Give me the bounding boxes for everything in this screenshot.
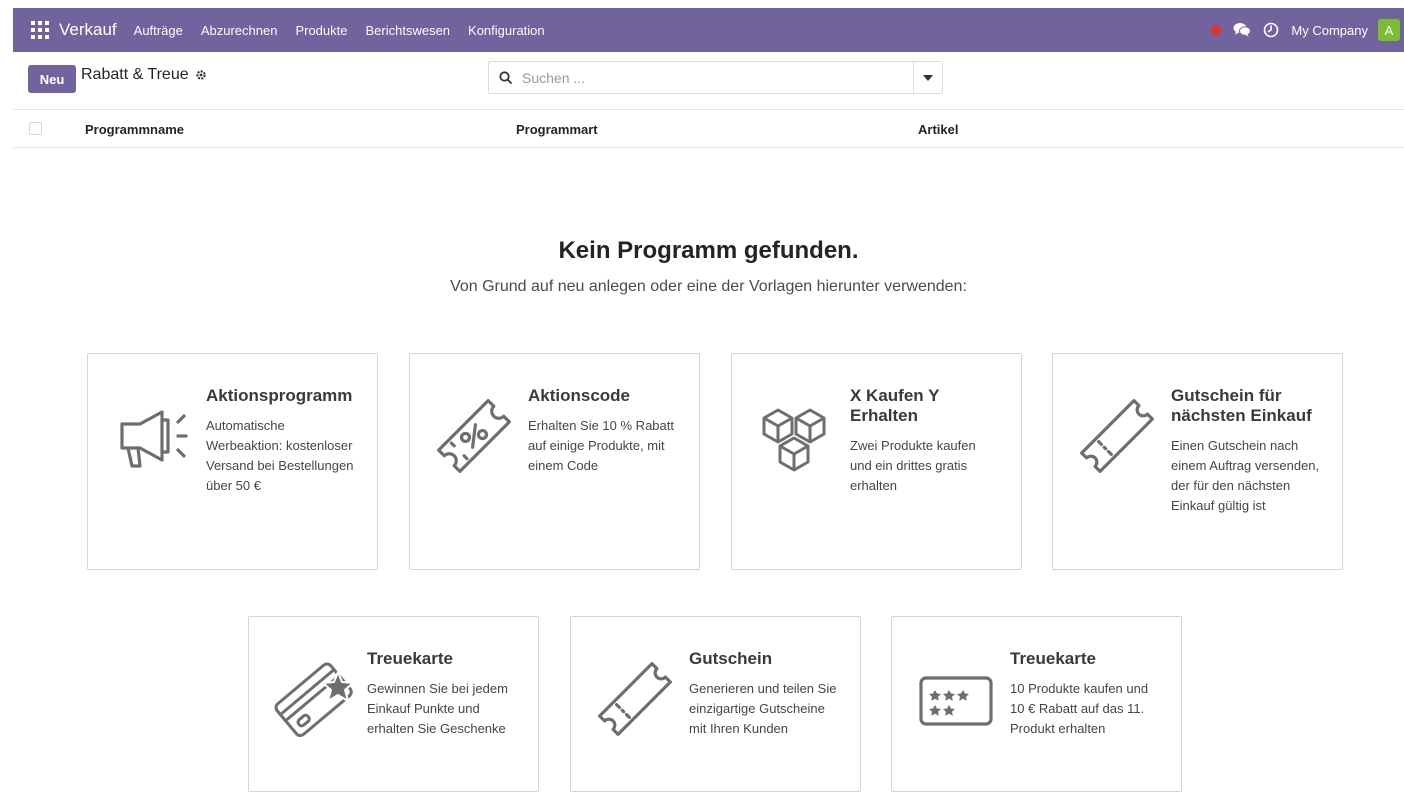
chat-icon[interactable] bbox=[1233, 22, 1252, 38]
template-title: Gutschein bbox=[689, 649, 773, 668]
new-button[interactable]: Neu bbox=[28, 65, 76, 93]
search-icon bbox=[499, 71, 512, 84]
template-description: Generieren und teilen Sie einzigartige G… bbox=[689, 681, 837, 736]
apps-menu-icon[interactable] bbox=[31, 21, 49, 39]
percent-ticket-icon bbox=[424, 386, 524, 486]
page-title: Rabatt & Treue bbox=[81, 66, 189, 83]
template-card-aktionscode[interactable]: Aktionscode Erhalten Sie 10 % Rabatt auf… bbox=[409, 353, 700, 570]
template-description: Automatische Werbeaktion: kostenloser Ve… bbox=[206, 418, 354, 493]
ticket-icon bbox=[1067, 386, 1167, 486]
template-card-treuekarte-punkte[interactable]: Treuekarte Gewinnen Sie bei jedem Einkau… bbox=[248, 616, 539, 792]
template-title: Gutschein für nächsten Einkauf bbox=[1171, 386, 1312, 425]
boxes-icon bbox=[746, 386, 846, 486]
template-description: Erhalten Sie 10 % Rabatt auf einige Prod… bbox=[528, 418, 674, 473]
ticket-icon bbox=[585, 649, 685, 749]
top-navbar: Verkauf Aufträge Abzurechnen Produkte Be… bbox=[13, 8, 1404, 52]
column-programmname[interactable]: Programmname bbox=[85, 122, 184, 137]
template-description: Zwei Produkte kaufen und ein drittes gra… bbox=[850, 438, 976, 493]
list-header: Programmname Programmart Artikel bbox=[13, 110, 1404, 148]
template-card-gutschein[interactable]: Gutschein Generieren und teilen Sie einz… bbox=[570, 616, 861, 792]
stamp-card-icon bbox=[906, 649, 1006, 749]
column-artikel[interactable]: Artikel bbox=[918, 122, 958, 137]
gear-icon[interactable] bbox=[195, 69, 207, 81]
template-description: Gewinnen Sie bei jedem Einkauf Punkte un… bbox=[367, 681, 508, 736]
select-all-checkbox[interactable] bbox=[29, 122, 42, 135]
template-card-aktionsprogramm[interactable]: Aktionsprogramm Automatische Werbeaktion… bbox=[87, 353, 378, 570]
recording-indicator[interactable] bbox=[1211, 25, 1222, 35]
menu-item-produkte[interactable]: Produkte bbox=[286, 23, 356, 38]
control-panel: Neu Rabatt & Treue bbox=[13, 52, 1404, 110]
menu-item-auftraege[interactable]: Aufträge bbox=[125, 23, 192, 38]
empty-state-subtitle: Von Grund auf neu anlegen oder eine der … bbox=[450, 278, 967, 295]
search-bar bbox=[488, 61, 943, 94]
menu-item-konfiguration[interactable]: Konfiguration bbox=[459, 23, 554, 38]
search-input[interactable] bbox=[522, 69, 902, 86]
menu-item-berichtswesen[interactable]: Berichtswesen bbox=[356, 23, 459, 38]
company-switcher[interactable]: My Company bbox=[1291, 23, 1368, 38]
megaphone-icon bbox=[102, 386, 202, 486]
app-name[interactable]: Verkauf bbox=[59, 20, 117, 40]
template-card-x-kaufen-y-erhalten[interactable]: X Kaufen Y Erhalten Zwei Produkte kaufen… bbox=[731, 353, 1022, 570]
user-avatar[interactable]: A bbox=[1378, 19, 1400, 41]
loyalty-card-icon bbox=[263, 649, 363, 749]
template-description: 10 Produkte kaufen und 10 € Rabatt auf d… bbox=[1010, 681, 1149, 736]
template-title: Treuekarte bbox=[367, 649, 453, 668]
column-programmart[interactable]: Programmart bbox=[516, 122, 598, 137]
search-options-toggle[interactable] bbox=[913, 62, 942, 93]
template-card-treuekarte-stempel[interactable]: Treuekarte 10 Produkte kaufen und 10 € R… bbox=[891, 616, 1182, 792]
template-title: X Kaufen Y Erhalten bbox=[850, 386, 940, 425]
template-card-gutschein-naechster-einkauf[interactable]: Gutschein für nächsten Einkauf Einen Gut… bbox=[1052, 353, 1343, 570]
template-description: Einen Gutschein nach einem Auftrag verse… bbox=[1171, 438, 1320, 513]
template-title: Aktionscode bbox=[528, 386, 631, 405]
template-title: Aktionsprogramm bbox=[206, 386, 353, 405]
menu-item-abzurechnen[interactable]: Abzurechnen bbox=[192, 23, 287, 38]
clock-icon[interactable] bbox=[1263, 22, 1279, 38]
empty-state-title: Kein Programm gefunden. bbox=[558, 237, 859, 264]
breadcrumb: Rabatt & Treue bbox=[81, 66, 207, 84]
template-title: Treuekarte bbox=[1010, 649, 1096, 668]
